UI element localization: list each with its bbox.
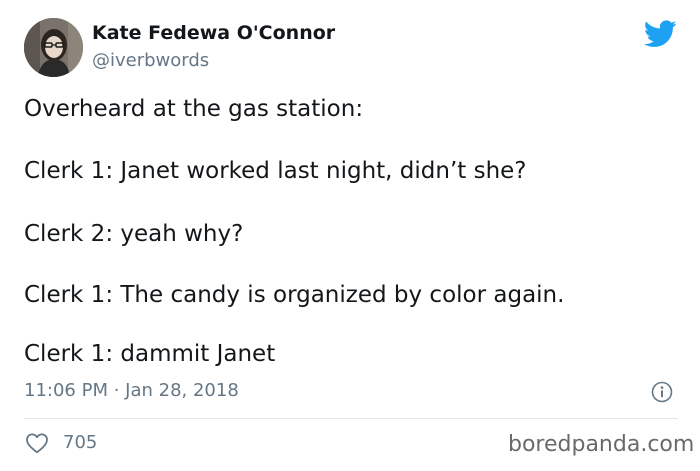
author-handle[interactable]: @iverbwords: [92, 50, 209, 71]
author-display-name[interactable]: Kate Fedewa O'Connor: [92, 22, 335, 44]
tweet-card: Kate Fedewa O'Connor @iverbwords Overhea…: [0, 0, 700, 471]
tweet-text-line: Overheard at the gas station:: [24, 96, 364, 122]
twitter-bird-icon[interactable]: [644, 20, 677, 48]
tweet-text-line: Clerk 1: Janet worked last night, didn’t…: [24, 158, 527, 184]
tweet-text-line: Clerk 2: yeah why?: [24, 221, 244, 247]
info-icon[interactable]: [651, 381, 673, 403]
divider: [24, 418, 678, 419]
watermark: boredpanda.com: [508, 432, 695, 457]
tweet-timestamp[interactable]: 11:06 PM · Jan 28, 2018: [24, 380, 239, 401]
tweet-text-line: Clerk 1: The candy is organized by color…: [24, 282, 565, 308]
avatar[interactable]: [24, 18, 83, 77]
heart-icon[interactable]: [25, 432, 49, 454]
like-count[interactable]: 705: [63, 432, 97, 453]
tweet-text-line: Clerk 1: dammit Janet: [24, 341, 276, 367]
